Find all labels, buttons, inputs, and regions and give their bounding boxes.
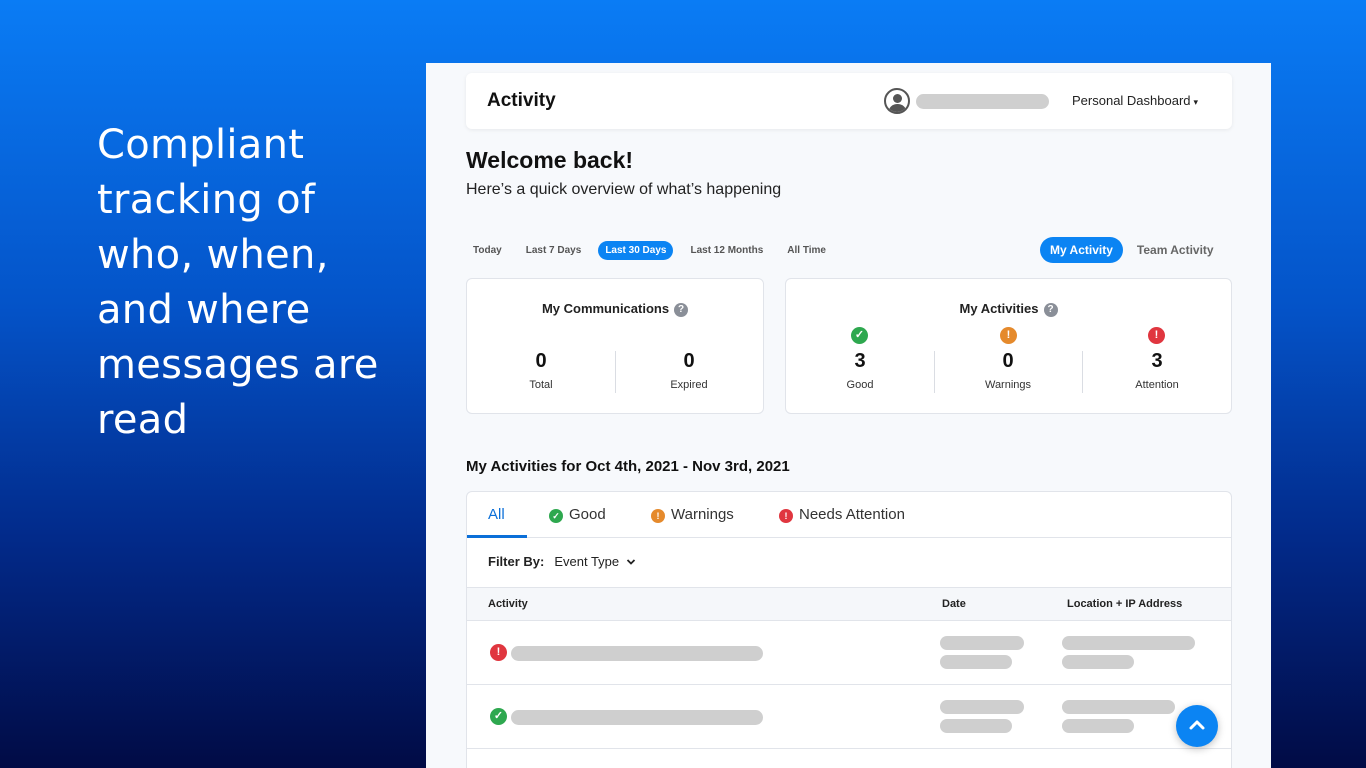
filter-label: Filter By: — [488, 554, 545, 569]
range-all-time[interactable]: All Time — [780, 241, 833, 260]
table-row[interactable]: ✓ — [467, 685, 1231, 749]
communications-total-value: 0 — [535, 350, 547, 372]
username-placeholder — [916, 94, 1049, 109]
scroll-to-top-button[interactable] — [1176, 705, 1218, 747]
stat-divider — [934, 351, 935, 393]
page-title: Activity — [487, 90, 556, 111]
my-activity-button[interactable]: My Activity — [1040, 237, 1123, 263]
event-type-filter-label: Event Type — [554, 554, 620, 569]
communications-expired-value: 0 — [683, 350, 695, 372]
app-panel: Activity Personal Dashboard ▾ Welcome bac… — [426, 63, 1271, 768]
chevron-down-icon — [626, 559, 635, 565]
communications-card: My Communications? 0 Total 0 Expired — [466, 278, 764, 414]
team-activity-button[interactable]: Team Activity — [1127, 237, 1224, 263]
date-placeholder — [940, 700, 1024, 714]
communications-card-title: My Communications? — [467, 301, 763, 317]
location-placeholder — [1062, 700, 1175, 714]
activities-card: My Activities? ✓ ! ! 3 Good 0 Warnings 3… — [785, 278, 1232, 414]
stat-divider — [1082, 351, 1083, 393]
activities-attention-value: 3 — [1151, 350, 1163, 372]
check-circle-icon: ✓ — [490, 708, 507, 725]
check-circle-icon: ✓ — [549, 509, 563, 523]
tab-warnings-label: Warnings — [671, 506, 734, 523]
range-today[interactable]: Today — [466, 241, 509, 260]
tab-needs-attention-label: Needs Attention — [799, 506, 905, 523]
column-location[interactable]: Location + IP Address — [1067, 598, 1182, 610]
active-tab-indicator — [467, 535, 527, 538]
welcome-heading: Welcome back! — [466, 147, 634, 173]
date-range-selector: Today Last 7 Days Last 30 Days Last 12 M… — [466, 239, 843, 261]
activities-warnings-label: Warnings — [984, 379, 1032, 391]
activity-placeholder — [511, 646, 763, 661]
tab-warnings[interactable]: ! Warnings — [651, 506, 734, 523]
tab-good[interactable]: ✓ Good — [549, 506, 606, 523]
chevron-up-icon — [1189, 720, 1205, 730]
activities-warnings-stat: 0 Warnings — [968, 350, 1048, 391]
activity-placeholder — [511, 710, 763, 725]
user-avatar-icon[interactable] — [884, 88, 910, 114]
hero-tagline: Compliant tracking of who, when, and whe… — [97, 122, 379, 443]
check-circle-icon: ✓ — [851, 327, 868, 344]
table-header: Activity Date Location + IP Address — [467, 587, 1231, 621]
activities-good-stat: 3 Good — [820, 350, 900, 391]
date-placeholder — [940, 636, 1024, 650]
stat-divider — [615, 351, 616, 393]
tab-all[interactable]: All — [488, 506, 505, 523]
date-placeholder — [940, 655, 1012, 669]
tab-needs-attention[interactable]: ! Needs Attention — [779, 506, 905, 523]
top-bar: Activity Personal Dashboard ▾ — [466, 73, 1232, 129]
table-row[interactable]: ! — [467, 621, 1231, 685]
alert-circle-icon: ! — [490, 644, 507, 661]
communications-title-text: My Communications — [541, 301, 670, 316]
activities-list-title: My Activities for Oct 4th, 2021 - Nov 3r… — [466, 458, 790, 475]
chevron-down-icon: ▾ — [1193, 97, 1199, 107]
dashboard-dropdown[interactable]: Personal Dashboard ▾ — [1072, 93, 1198, 108]
activities-good-label: Good — [846, 379, 874, 391]
activities-attention-stat: 3 Attention — [1117, 350, 1197, 391]
exclamation-circle-icon: ! — [1000, 327, 1017, 344]
activity-scope-toggle: My Activity Team Activity — [1040, 236, 1224, 264]
communications-total-stat: 0 Total — [501, 350, 581, 391]
welcome-subheading: Here’s a quick overview of what’s happen… — [466, 181, 782, 198]
question-circle-icon[interactable]: ? — [674, 303, 689, 317]
activities-good-value: 3 — [854, 350, 866, 372]
question-circle-icon[interactable]: ? — [1043, 303, 1058, 317]
date-placeholder — [940, 719, 1012, 733]
communications-expired-label: Expired — [670, 379, 708, 391]
exclamation-circle-icon: ! — [651, 509, 665, 523]
range-last-12-months[interactable]: Last 12 Months — [683, 241, 770, 260]
activities-table: All ✓ Good ! Warnings ! Needs Attention Fil… — [466, 491, 1232, 768]
communications-expired-stat: 0 Expired — [649, 350, 729, 391]
location-placeholder — [1062, 719, 1134, 733]
dashboard-dropdown-label: Personal Dashboard — [1072, 93, 1191, 108]
activities-card-title: My Activities? — [786, 301, 1231, 317]
activities-title-text: My Activities — [959, 301, 1039, 316]
activity-filter-tabs: All ✓ Good ! Warnings ! Needs Attention — [467, 492, 1231, 538]
column-activity[interactable]: Activity — [488, 598, 528, 610]
filter-bar: Filter By: Event Type — [488, 554, 636, 569]
communications-total-label: Total — [529, 379, 553, 391]
location-placeholder — [1062, 636, 1195, 650]
location-placeholder — [1062, 655, 1134, 669]
alert-circle-icon: ! — [1148, 327, 1165, 344]
range-last-7-days[interactable]: Last 7 Days — [519, 241, 589, 260]
alert-circle-icon: ! — [779, 509, 793, 523]
activities-attention-label: Attention — [1135, 379, 1179, 391]
range-last-30-days[interactable]: Last 30 Days — [598, 240, 674, 260]
tab-good-label: Good — [569, 506, 606, 523]
activities-warnings-value: 0 — [1002, 350, 1014, 372]
column-date[interactable]: Date — [942, 598, 966, 610]
event-type-filter[interactable]: Event Type — [554, 554, 635, 569]
